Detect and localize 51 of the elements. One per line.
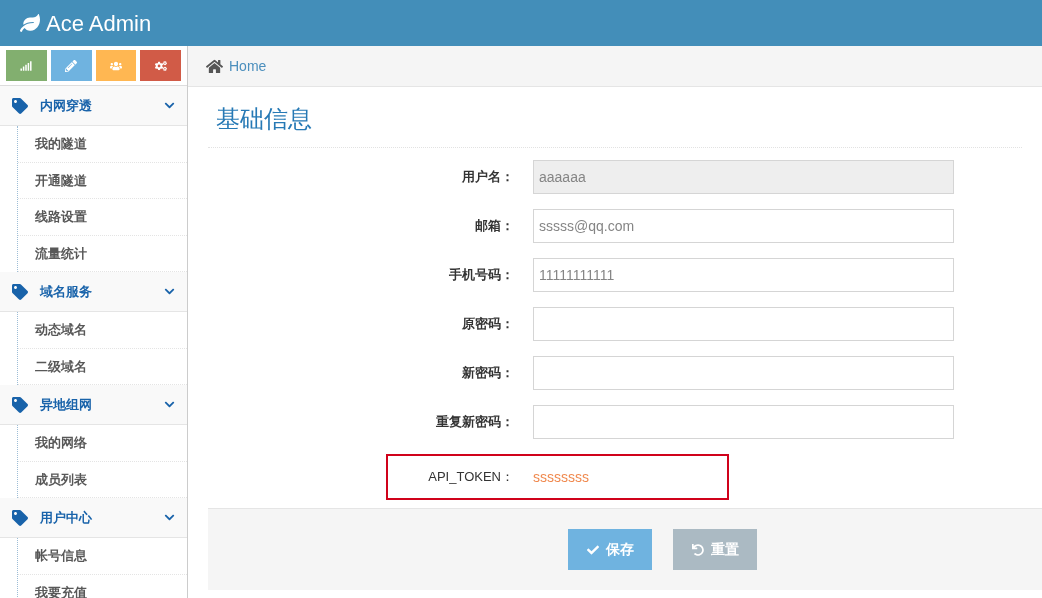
pencil-icon: [65, 59, 78, 72]
group-label: 内网穿透: [40, 96, 93, 115]
leaf-icon: [20, 13, 40, 33]
group-label: 域名服务: [40, 282, 93, 301]
sidebar-item[interactable]: 帐号信息: [18, 538, 187, 575]
input-field[interactable]: [533, 307, 954, 341]
sidebar-group-header[interactable]: 用户中心: [0, 498, 187, 538]
page-title: 基础信息: [208, 87, 1022, 148]
field-label: 用户名：: [461, 168, 515, 187]
tag-icon: [12, 97, 28, 114]
sidebar-item[interactable]: 我要充值: [18, 574, 187, 598]
shortcut-button[interactable]: [50, 50, 92, 81]
field-label: 手机号码：: [448, 266, 515, 285]
sidebar-item[interactable]: 线路设置: [18, 199, 187, 236]
input-field[interactable]: sssss@qq.com: [533, 209, 954, 243]
chevron-down-icon: [164, 286, 175, 297]
shortcut-button[interactable]: [95, 50, 137, 81]
tag-icon: [12, 396, 28, 413]
field-label: API_TOKEN：: [427, 468, 515, 487]
brand-name[interactable]: Ace Admin: [46, 6, 152, 40]
undo-icon: [691, 543, 704, 556]
check-icon: [586, 543, 599, 556]
chevron-down-icon: [164, 512, 175, 523]
input-field[interactable]: [533, 356, 954, 390]
field-label: 原密码：: [461, 315, 515, 334]
field-label: 重复新密码：: [435, 413, 515, 432]
tag-icon: [12, 283, 28, 300]
home-icon: [206, 57, 223, 75]
breadcrumb-link[interactable]: Home: [229, 55, 267, 77]
field-label: 邮箱：: [474, 217, 515, 236]
sidebar-group-header[interactable]: 内网穿透: [0, 86, 187, 126]
sidebar-group-header[interactable]: 域名服务: [0, 272, 187, 312]
token-value: ssssssss: [533, 467, 589, 487]
chevron-down-icon: [164, 399, 175, 410]
field-label: 新密码：: [461, 364, 515, 383]
users-icon: [109, 59, 122, 72]
sidebar-item[interactable]: 我的网络: [18, 425, 187, 462]
group-label: 用户中心: [40, 508, 93, 527]
sidebar-item[interactable]: 我的隧道: [18, 126, 187, 163]
shortcut-button[interactable]: [6, 50, 47, 81]
chevron-down-icon: [164, 100, 175, 111]
gears-icon: [154, 59, 167, 72]
signal-icon: [20, 59, 33, 72]
tag-icon: [12, 509, 28, 526]
sidebar-group-header[interactable]: 异地组网: [0, 385, 187, 425]
sidebar-item[interactable]: 动态域名: [18, 312, 187, 349]
shortcut-button[interactable]: [140, 50, 181, 81]
group-label: 异地组网: [40, 395, 93, 414]
input-field[interactable]: [533, 405, 954, 439]
sidebar-item[interactable]: 开通隧道: [18, 162, 187, 199]
input-field[interactable]: 11111111111: [533, 258, 954, 292]
